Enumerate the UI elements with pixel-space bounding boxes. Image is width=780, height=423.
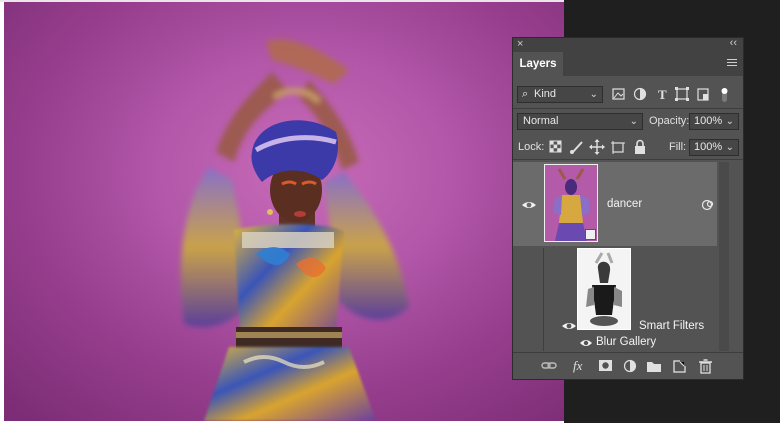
lock-position-icon[interactable]: [589, 139, 605, 155]
collapse-panel-icon[interactable]: ‹‹: [730, 37, 737, 49]
panel-tabs: Layers: [513, 52, 743, 76]
filter-mask-image: [578, 249, 630, 329]
fill-label: Fill:: [669, 141, 687, 153]
lock-pixels-icon[interactable]: [570, 141, 583, 154]
tree-line: [543, 248, 544, 351]
chevron-down-icon: ⌄: [725, 116, 734, 127]
shape-filter-icon[interactable]: [675, 87, 689, 101]
new-group-icon[interactable]: [647, 362, 661, 372]
lock-label: Lock:: [518, 141, 545, 153]
delete-layer-icon[interactable]: [699, 359, 712, 374]
filter-effect-visibility-eye-icon[interactable]: [579, 338, 593, 348]
new-layer-icon[interactable]: [673, 360, 686, 373]
panel-menu-icon[interactable]: [727, 59, 737, 68]
chevron-down-icon: ⌄: [629, 116, 638, 127]
fill-value: 100%: [694, 141, 723, 153]
document-canvas[interactable]: [4, 2, 564, 421]
lock-artboard-icon[interactable]: [611, 141, 625, 154]
filter-icons: T: [612, 87, 728, 102]
chevron-down-icon: ⌄: [589, 89, 598, 100]
smart-filters-row[interactable]: Smart Filters Blur Gallery: [513, 248, 717, 351]
smart-filters-visibility-eye-icon[interactable]: [561, 321, 577, 331]
smart-object-icon: [701, 199, 714, 211]
image-filter-icon[interactable]: [612, 88, 625, 100]
link-layers-icon[interactable]: [541, 362, 557, 369]
layer-thumbnail: [544, 164, 598, 242]
filter-mask-thumbnail[interactable]: [577, 248, 631, 330]
type-filter-icon[interactable]: T: [658, 87, 667, 102]
smart-filters-label: Smart Filters: [639, 320, 705, 332]
smart-object-filter-icon[interactable]: [697, 88, 709, 101]
layers-panel: × ‹‹ Layers ⌕ Kind ⌄ T Normal ⌄ Opacity:…: [512, 37, 744, 380]
chevron-down-icon: ⌄: [725, 142, 734, 153]
filter-kind-label: Kind: [534, 88, 557, 100]
smart-object-badge-icon: [585, 229, 596, 240]
close-panel-icon[interactable]: ×: [517, 38, 523, 50]
panel-bottom-bar: fx: [513, 352, 743, 379]
layer-name[interactable]: dancer: [607, 198, 642, 210]
fx-icon[interactable]: fx: [573, 358, 583, 373]
dancer-photo: [180, 39, 409, 421]
add-mask-icon[interactable]: [599, 360, 612, 371]
opacity-value: 100%: [694, 115, 723, 127]
adjustment-filter-icon[interactable]: [633, 87, 647, 101]
search-icon: ⌕: [522, 88, 529, 100]
lock-icons: [549, 139, 645, 155]
tab-layers[interactable]: Layers: [513, 52, 563, 76]
divider: [513, 108, 743, 109]
lock-transparent-icon[interactable]: [549, 140, 562, 153]
lock-all-icon[interactable]: [635, 139, 645, 155]
panel-title-bar: × ‹‹: [513, 37, 743, 52]
visibility-eye-icon[interactable]: [521, 200, 537, 210]
adjustment-layer-icon[interactable]: [623, 359, 637, 373]
opacity-field[interactable]: 100% ⌄: [689, 113, 739, 130]
layer-row-dancer[interactable]: dancer: [513, 162, 717, 246]
bottom-bar-icons: fx: [541, 358, 712, 374]
fill-field[interactable]: 100% ⌄: [689, 139, 739, 156]
blend-mode-select[interactable]: Normal ⌄: [517, 113, 643, 130]
panel-scrollbar[interactable]: [719, 162, 729, 351]
opacity-label: Opacity:: [649, 115, 690, 127]
filter-toggle-icon[interactable]: [721, 88, 728, 102]
filter-effect-name[interactable]: Blur Gallery: [596, 336, 656, 348]
divider: [513, 159, 743, 160]
blend-mode-value: Normal: [523, 115, 559, 127]
layer-filter-kind-select[interactable]: ⌕ Kind ⌄: [517, 86, 603, 103]
